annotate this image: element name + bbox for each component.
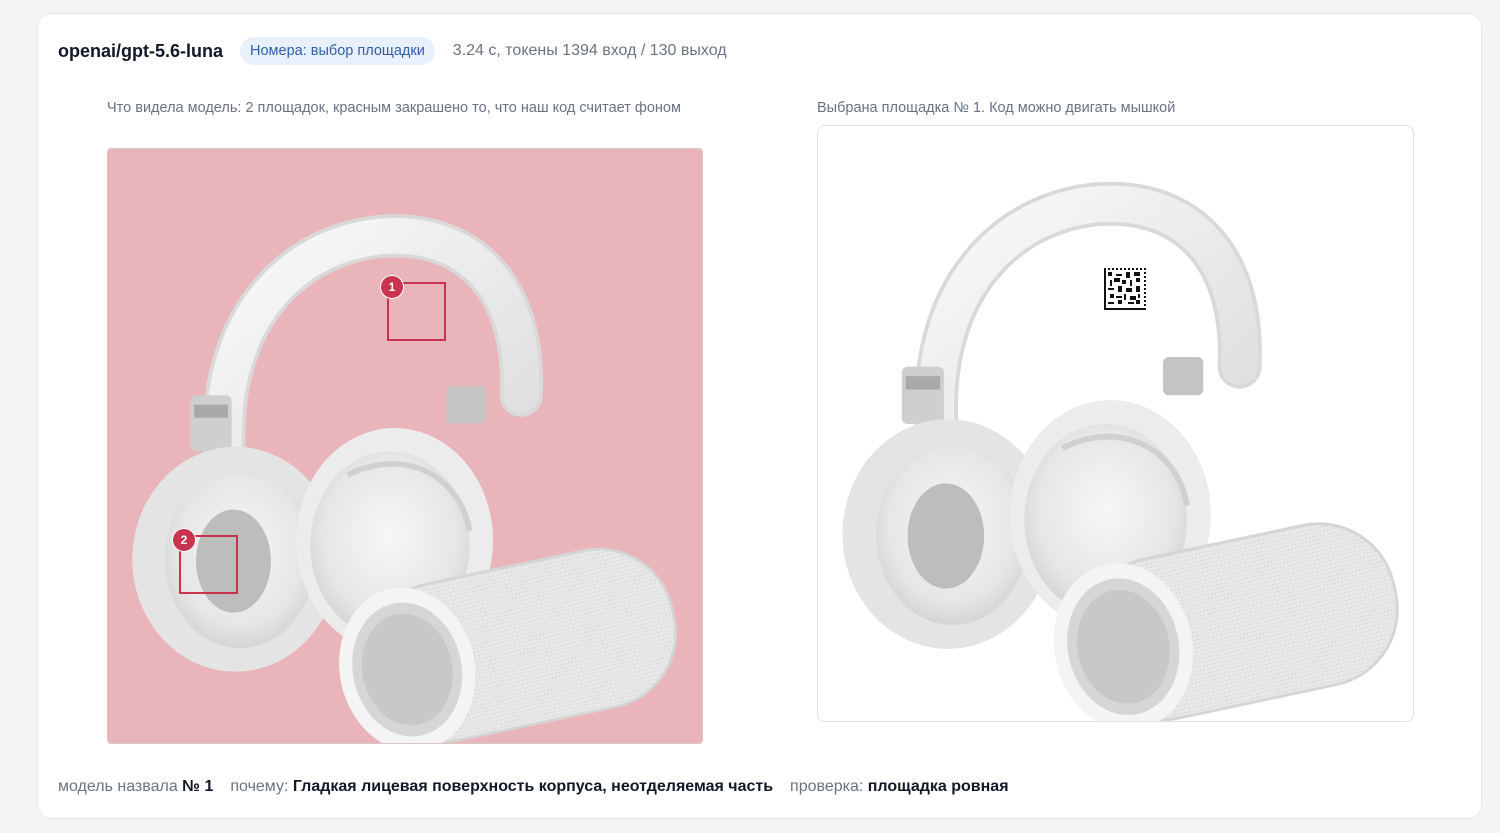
zone-number: 2 xyxy=(172,528,196,552)
task-badge: Номера: выбор площадки xyxy=(240,37,435,65)
model-name: openai/gpt-5.6-luna xyxy=(58,40,224,61)
model-view-image: 1 2 xyxy=(107,148,703,744)
datamatrix-code[interactable] xyxy=(1104,268,1146,310)
reason-value: Гладкая лицевая поверхность корпуса, нео… xyxy=(292,778,774,795)
selected-zone-caption: Выбрана площадка № 1. Код можно двигать … xyxy=(817,100,1176,116)
model-answer-value: № 1 xyxy=(182,778,214,795)
zone-number: 1 xyxy=(380,275,404,299)
model-view-caption: Что видела модель: 2 площадок, красным з… xyxy=(107,100,681,116)
check-value: площадка ровная xyxy=(867,778,1009,795)
reason: почему: Гладкая лицевая поверхность корп… xyxy=(230,778,773,796)
check: проверка: площадка ровная xyxy=(790,778,1009,796)
zone-2: 2 xyxy=(172,528,238,594)
model-answer: модель назвала № 1 xyxy=(58,778,213,796)
result-card: openai/gpt-5.6-luna Номера: выбор площад… xyxy=(37,13,1482,819)
timing-tokens: 3.24 с, токены 1394 вход / 130 выход xyxy=(452,42,727,59)
reason-label: почему: xyxy=(230,778,289,795)
zone-1: 1 xyxy=(380,275,446,341)
check-label: проверка: xyxy=(790,778,864,795)
model-answer-label: модель назвала xyxy=(58,778,178,795)
placement-preview xyxy=(817,125,1414,722)
result-footer: модель назвала № 1 почему: Гладкая лицев… xyxy=(58,778,1020,796)
product-photo-masked xyxy=(108,149,702,743)
product-photo xyxy=(818,126,1413,721)
result-header: openai/gpt-5.6-luna Номера: выбор площад… xyxy=(58,36,727,66)
